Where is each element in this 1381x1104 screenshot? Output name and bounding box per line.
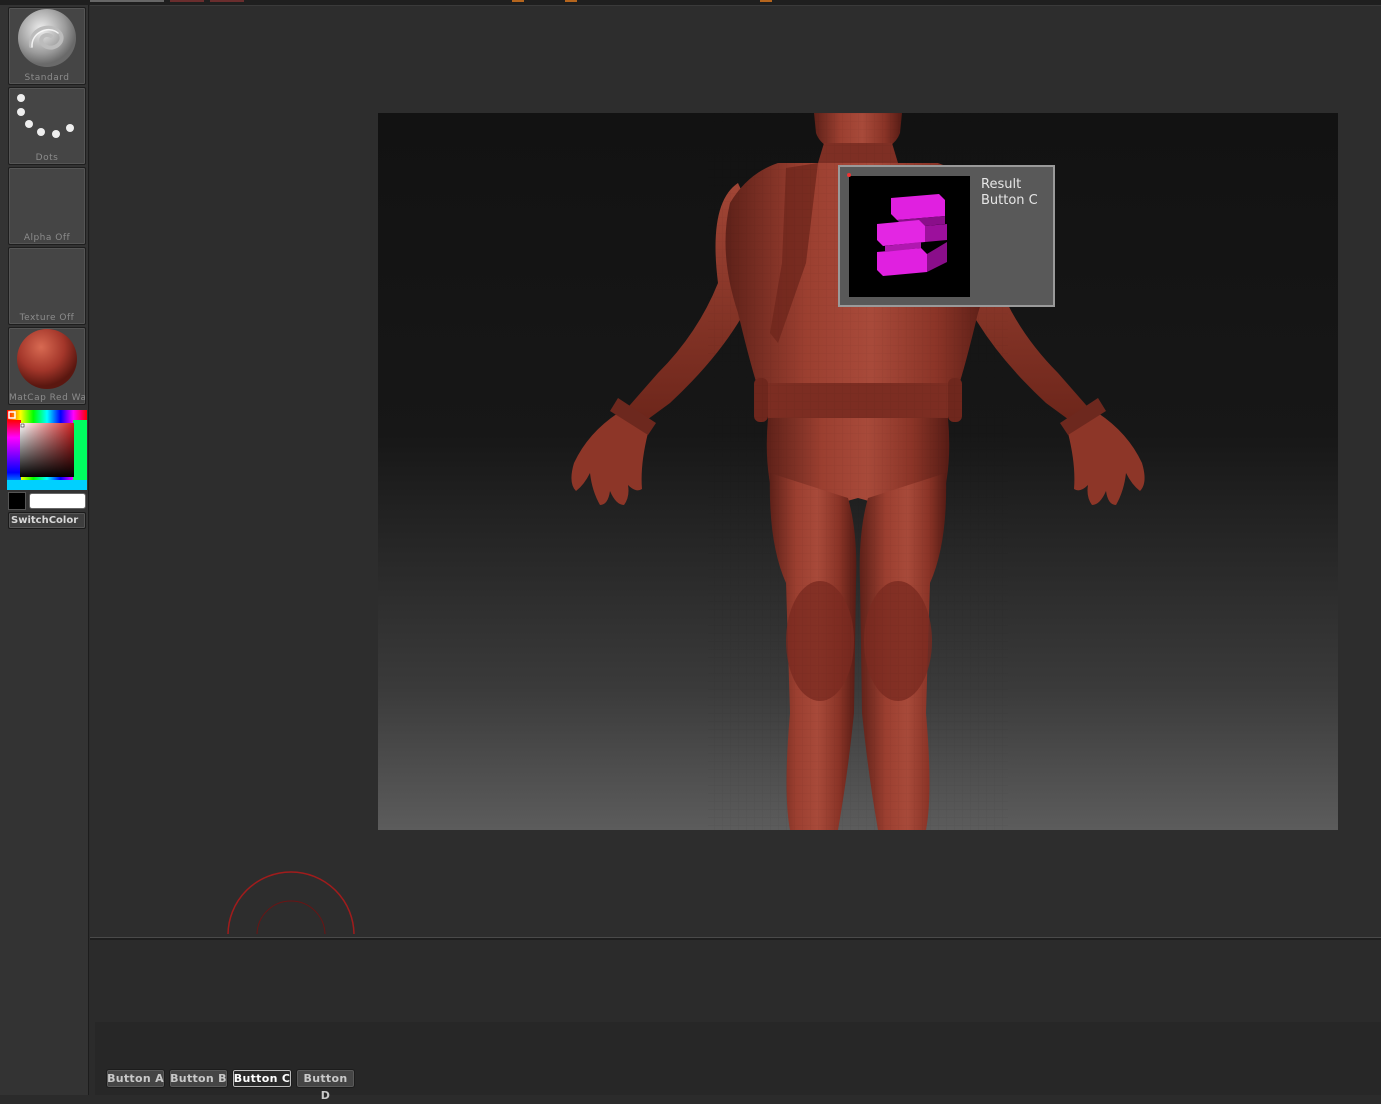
- alpha-label: Alpha Off: [23, 233, 71, 243]
- top-tab-indicator[interactable]: [565, 0, 577, 2]
- brush-cursor-ring: [227, 871, 355, 934]
- secondary-color-swatch[interactable]: [29, 493, 86, 509]
- result-popup: Result Button C: [838, 165, 1055, 307]
- material-label: MatCap Red Wa: [9, 393, 85, 403]
- brush-label: Standard: [24, 73, 70, 83]
- button-d[interactable]: Button D: [296, 1069, 355, 1102]
- stroke-label: Dots: [35, 153, 59, 163]
- popup-subtitle: Button C: [981, 193, 1038, 208]
- switch-color-button[interactable]: SwitchColor: [8, 512, 86, 529]
- top-tab-indicator[interactable]: [170, 0, 204, 2]
- button-c[interactable]: Button C: [232, 1069, 292, 1088]
- top-tab-indicator[interactable]: [512, 0, 524, 2]
- brush-selector[interactable]: Standard: [8, 7, 86, 85]
- material-selector[interactable]: MatCap Red Wa: [8, 327, 86, 405]
- color-picker[interactable]: [7, 410, 87, 490]
- texture-selector[interactable]: Texture Off: [8, 247, 86, 325]
- top-tab-indicator[interactable]: [760, 0, 772, 2]
- popup-indicator-dot: [847, 173, 851, 177]
- magenta-zigzag-cube-icon: [877, 194, 947, 276]
- top-tab-indicator[interactable]: [90, 0, 164, 2]
- top-tab-indicator[interactable]: [210, 0, 244, 2]
- button-a[interactable]: Button A: [106, 1069, 165, 1088]
- result-thumbnail: [849, 176, 970, 297]
- popup-title: Result: [981, 177, 1022, 192]
- stroke-selector[interactable]: Dots: [8, 87, 86, 165]
- main-color-swatch[interactable]: [8, 492, 26, 510]
- popup-text: Result Button C: [981, 177, 1038, 209]
- alpha-selector[interactable]: Alpha Off: [8, 167, 86, 245]
- button-b[interactable]: Button B: [169, 1069, 228, 1088]
- texture-label: Texture Off: [19, 313, 75, 323]
